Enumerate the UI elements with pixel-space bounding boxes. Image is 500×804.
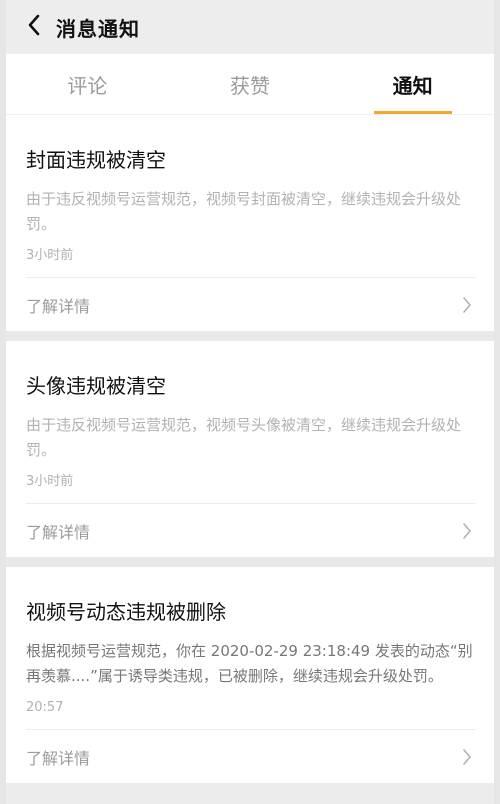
screen: 消息通知 评论 获赞 通知 封面违规被清空 由于违反视频号运营规范，视频号封面被…: [6, 0, 494, 804]
notification-time: 20:57: [26, 700, 64, 715]
notification-card: 视频号动态违规被删除 根据视频号运营规范，你在 2020-02-29 23:18…: [6, 567, 494, 783]
section-divider: [6, 557, 494, 567]
notification-title: 视频号动态违规被删除: [26, 600, 226, 624]
section-divider: [6, 331, 494, 341]
notification-body: 由于违反视频号运营规范，视频号头像被清空，继续违规会升级处罚。: [26, 416, 462, 459]
notification-card: 封面违规被清空 由于违反视频号运营规范，视频号封面被清空，继续违规会升级处罚。 …: [6, 115, 494, 331]
back-button[interactable]: [14, 0, 54, 54]
navigation-bar: 消息通知: [6, 0, 494, 54]
page-title: 消息通知: [56, 16, 140, 41]
chevron-left-icon: [27, 14, 41, 40]
notification-card: 头像违规被清空 由于违反视频号运营规范，视频号头像被清空，继续违规会升级处罚。 …: [6, 341, 494, 557]
tab-likes[interactable]: 获赞: [169, 54, 332, 114]
tab-notifications[interactable]: 通知: [331, 54, 494, 114]
chevron-right-icon: [458, 296, 476, 314]
learn-more-label: 了解详情: [26, 748, 91, 768]
learn-more-label: 了解详情: [26, 522, 91, 542]
chevron-right-icon: [458, 748, 476, 766]
notification-body: 由于违反视频号运营规范，视频号封面被清空，继续违规会升级处罚。: [26, 190, 462, 233]
notification-time: 3小时前: [26, 248, 74, 263]
notification-title: 封面违规被清空: [26, 148, 166, 172]
notification-title: 头像违规被清空: [26, 374, 166, 398]
chevron-right-icon: [458, 522, 476, 540]
tab-comments[interactable]: 评论: [6, 54, 169, 114]
learn-more-link[interactable]: 了解详情: [26, 503, 476, 557]
tab-bar: 评论 获赞 通知: [6, 54, 494, 115]
notification-body: 根据视频号运营规范，你在 2020-02-29 23:18:49 发表的动态“别…: [26, 642, 473, 685]
learn-more-label: 了解详情: [26, 296, 91, 316]
notification-time: 3小时前: [26, 474, 74, 489]
learn-more-link[interactable]: 了解详情: [26, 729, 476, 783]
learn-more-link[interactable]: 了解详情: [26, 277, 476, 331]
